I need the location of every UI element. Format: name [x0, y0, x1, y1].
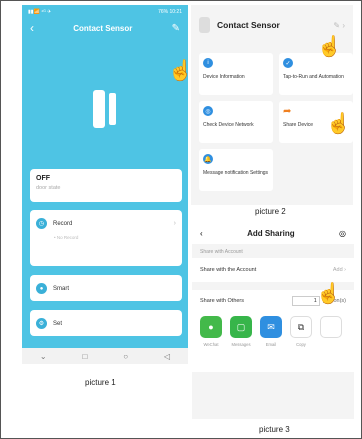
copy-icon: ⧉ — [290, 316, 312, 338]
share-copy[interactable]: ⧉ Copy — [290, 316, 312, 347]
chevron-right-icon: › — [173, 220, 176, 227]
edit-icon[interactable]: ✎ — [172, 23, 180, 34]
phone-screen-2: Contact Sensor ✎ › i Device Information … — [191, 5, 353, 205]
device-title: Contact Sensor — [217, 20, 280, 30]
share-with-account-row[interactable]: Share with the Account Add › — [192, 258, 354, 282]
share-label: WeChat — [203, 342, 219, 347]
status-right: 76% 10:21 — [158, 9, 182, 15]
pointer-hand-icon: ☝ — [168, 60, 193, 82]
set-card[interactable]: ⚙ Set — [30, 310, 182, 336]
pointer-hand-icon: ☝ — [317, 36, 342, 58]
tile-label: Check Device Network — [203, 122, 254, 128]
tile-tap-to-run[interactable]: ✓ Tap-to-Run and Automation — [279, 53, 353, 95]
page-title: Add Sharing — [247, 228, 295, 238]
share-icon: ➦ — [283, 105, 292, 117]
check-icon: ✓ — [283, 58, 293, 68]
section-share-account: Share with Account — [200, 249, 243, 255]
share-messages[interactable]: ▢ Messages — [230, 316, 252, 347]
caption-picture-2: picture 2 — [255, 207, 286, 216]
more-icon — [320, 316, 342, 338]
record-card[interactable]: ◷ Record › • No Record — [30, 210, 182, 266]
nav-recents-icon[interactable]: □ — [82, 352, 87, 361]
system-nav-bar: ⌄ □ ○ ◁ — [22, 348, 188, 364]
caption-picture-1: picture 1 — [85, 378, 116, 387]
share-label: Messages — [231, 342, 251, 347]
share-label: Email — [265, 342, 277, 347]
set-label: Set — [53, 320, 63, 327]
nav-back-icon[interactable]: ◁ — [164, 352, 170, 361]
network-icon: ◎ — [203, 106, 213, 116]
share-more[interactable] — [320, 316, 342, 347]
pointer-hand-icon: ☝ — [316, 283, 341, 305]
tile-label: Tap-to-Run and Automation — [283, 74, 344, 80]
email-icon: ✉ — [260, 316, 282, 338]
tile-device-information[interactable]: i Device Information — [199, 53, 273, 95]
smart-label: Smart — [53, 285, 70, 292]
tile-message-notification[interactable]: 🔔 Message notification Settings — [199, 149, 273, 191]
edit-icon[interactable]: ✎ › — [333, 21, 345, 30]
pointer-hand-icon: ☝ — [326, 113, 351, 135]
add-link[interactable]: Add › — [333, 267, 346, 273]
bell-icon: 🔔 — [203, 154, 213, 164]
phone-screen-1: ▮▮📶 ⁴ᴳ ✈ 76% 10:21 ‹ Contact Sensor ✎ OF… — [22, 5, 188, 364]
caption-picture-3: picture 3 — [259, 425, 290, 434]
tile-label: Message notification Settings — [203, 170, 269, 176]
info-icon: i — [203, 58, 213, 68]
smart-icon: ● — [36, 283, 47, 294]
tile-check-network[interactable]: ◎ Check Device Network — [199, 101, 273, 143]
share-account-label: Share with the Account — [200, 267, 257, 273]
tile-label: Device Information — [203, 74, 245, 80]
share-others-label: Share with Others — [200, 298, 245, 304]
clock-icon: ◷ — [36, 218, 47, 229]
door-state-value: OFF — [36, 175, 50, 182]
record-label: Record — [53, 220, 73, 227]
nav-down-icon[interactable]: ⌄ — [40, 352, 47, 361]
nav-home-icon[interactable]: ○ — [123, 352, 128, 361]
door-state-card: OFF door state — [30, 169, 182, 202]
door-state-label: door state — [36, 185, 61, 191]
device-thumbnail — [199, 17, 210, 33]
wechat-icon: ● — [200, 316, 222, 338]
settings-icon[interactable]: ◎ — [339, 229, 346, 238]
add-sharing-header: ‹ Add Sharing ◎ — [192, 222, 354, 244]
status-bar: ▮▮📶 ⁴ᴳ ✈ 76% 10:21 — [22, 5, 188, 19]
top-nav: ‹ Contact Sensor ✎ — [22, 19, 188, 37]
sensor-illustration — [93, 90, 105, 128]
smart-card[interactable]: ● Smart — [30, 275, 182, 301]
messages-icon: ▢ — [230, 316, 252, 338]
phone-screen-3: ‹ Add Sharing ◎ Share with Account Share… — [192, 222, 354, 419]
page-title: Contact Sensor — [73, 23, 133, 33]
share-label: Copy — [296, 342, 306, 347]
back-icon[interactable]: ‹ — [30, 21, 34, 35]
status-left: ▮▮📶 ⁴ᴳ ✈ — [28, 9, 52, 15]
share-email[interactable]: ✉ Email — [260, 316, 282, 347]
share-targets: ● WeChat ▢ Messages ✉ Email ⧉ Copy — [200, 316, 346, 347]
record-empty: • No Record — [54, 235, 79, 240]
gear-icon: ⚙ — [36, 318, 47, 329]
share-wechat[interactable]: ● WeChat — [200, 316, 222, 347]
sensor-magnet-illustration — [109, 93, 116, 125]
